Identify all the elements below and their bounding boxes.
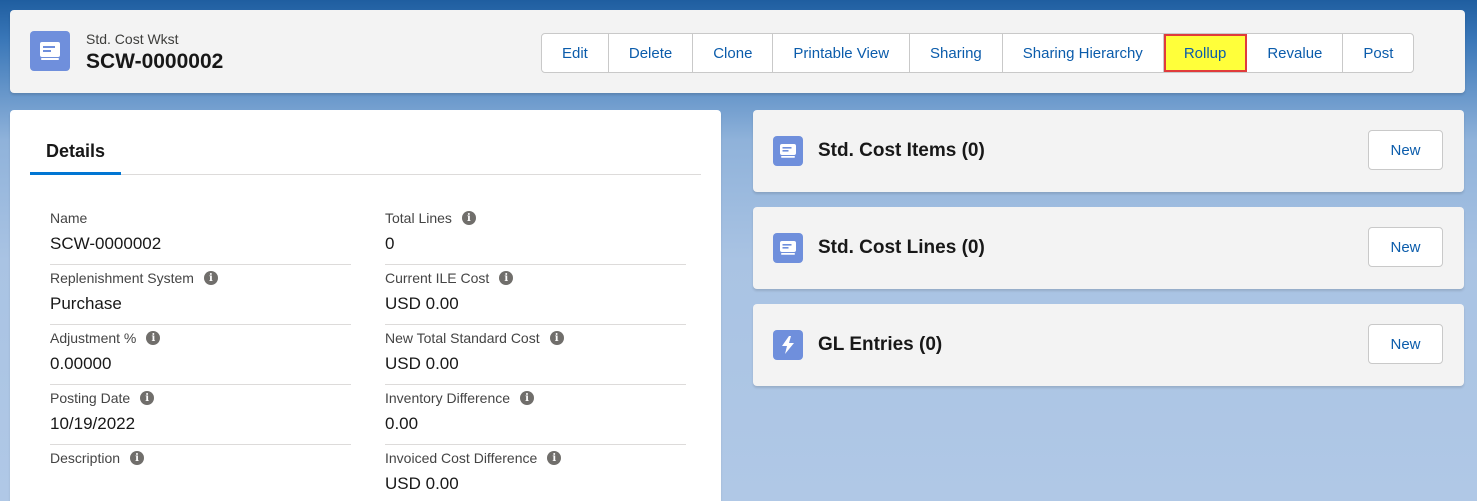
sharing-hierarchy-button[interactable]: Sharing Hierarchy bbox=[1002, 34, 1164, 72]
sharing-button[interactable]: Sharing bbox=[910, 34, 1003, 72]
field-label: New Total Standard Cost bbox=[385, 330, 540, 346]
related-list-std-cost-items: Std. Cost Items (0) New bbox=[753, 110, 1464, 192]
post-button[interactable]: Post bbox=[1343, 34, 1414, 72]
info-icon[interactable]: i bbox=[549, 331, 564, 345]
field-inventory-difference: Inventory Difference i 0.00 bbox=[385, 385, 686, 445]
field-value: 0 bbox=[385, 234, 395, 253]
field-value: Purchase bbox=[50, 294, 122, 313]
tab-details[interactable]: Details bbox=[30, 130, 122, 175]
field-value: 0.00 bbox=[385, 414, 419, 433]
rollup-button[interactable]: Rollup bbox=[1163, 34, 1248, 72]
field-value: 10/19/2022 bbox=[50, 414, 136, 433]
printable-view-button[interactable]: Printable View bbox=[773, 34, 911, 72]
field-label: Invoiced Cost Difference bbox=[385, 450, 538, 466]
field-label: Description bbox=[50, 450, 121, 466]
record-icon bbox=[773, 233, 803, 263]
lightning-icon bbox=[773, 330, 803, 360]
field-current-ile-cost: Current ILE Cost i USD 0.00 bbox=[385, 265, 686, 325]
field-invoiced-cost-difference: Invoiced Cost Difference i USD 0.00 bbox=[385, 445, 686, 501]
related-list-std-cost-lines: Std. Cost Lines (0) New bbox=[753, 207, 1464, 289]
field-label: Posting Date bbox=[50, 390, 131, 406]
info-icon[interactable]: i bbox=[547, 451, 562, 465]
record-header: Std. Cost Wkst SCW-0000002 Edit Delete C… bbox=[10, 10, 1465, 93]
action-button-group: Edit Delete Clone Printable View Sharing… bbox=[541, 33, 1415, 73]
field-value: 0.00000 bbox=[50, 354, 112, 373]
revalue-button[interactable]: Revalue bbox=[1247, 34, 1344, 72]
info-icon[interactable]: i bbox=[203, 271, 218, 285]
new-button[interactable]: New bbox=[1368, 324, 1443, 364]
field-total-lines: Total Lines i 0 bbox=[385, 205, 686, 265]
field-posting-date: Posting Date i 10/19/2022 bbox=[50, 385, 351, 445]
field-value: USD 0.00 bbox=[385, 354, 459, 373]
edit-button[interactable]: Edit bbox=[542, 34, 609, 72]
object-type-label: Std. Cost Wkst bbox=[86, 31, 179, 47]
info-icon[interactable]: i bbox=[499, 271, 514, 285]
field-label: Inventory Difference bbox=[385, 390, 511, 406]
field-label: Name bbox=[50, 210, 88, 226]
info-icon[interactable]: i bbox=[461, 211, 476, 225]
record-icon bbox=[30, 31, 70, 71]
new-button[interactable]: New bbox=[1368, 227, 1443, 267]
related-list-title[interactable]: Std. Cost Items (0) bbox=[818, 140, 985, 162]
tab-bar: Details bbox=[30, 130, 701, 175]
field-description: Description i bbox=[50, 445, 351, 501]
clone-button[interactable]: Clone bbox=[693, 34, 774, 72]
field-name: Name SCW-0000002 bbox=[50, 205, 351, 265]
related-list-title[interactable]: Std. Cost Lines (0) bbox=[818, 237, 985, 259]
new-button[interactable]: New bbox=[1368, 130, 1443, 170]
record-title: SCW-0000002 bbox=[86, 50, 224, 73]
info-icon[interactable]: i bbox=[520, 391, 535, 405]
record-icon bbox=[773, 136, 803, 166]
related-list-gl-entries: GL Entries (0) New bbox=[753, 304, 1464, 386]
field-label: Replenishment System bbox=[50, 270, 194, 286]
field-label: Current ILE Cost bbox=[385, 270, 490, 286]
info-icon[interactable]: i bbox=[146, 331, 161, 345]
info-icon[interactable]: i bbox=[140, 391, 155, 405]
field-adjustment-percent: Adjustment % i 0.00000 bbox=[50, 325, 351, 385]
details-card: Details Name SCW-0000002 Replenishment S… bbox=[10, 110, 721, 501]
delete-button[interactable]: Delete bbox=[608, 34, 694, 72]
field-value: SCW-0000002 bbox=[50, 234, 162, 253]
info-icon[interactable]: i bbox=[130, 451, 145, 465]
field-value: USD 0.00 bbox=[385, 294, 459, 313]
field-value: USD 0.00 bbox=[385, 474, 459, 493]
field-new-total-standard-cost: New Total Standard Cost i USD 0.00 bbox=[385, 325, 686, 385]
related-list-title[interactable]: GL Entries (0) bbox=[818, 334, 942, 356]
field-replenishment-system: Replenishment System i Purchase bbox=[50, 265, 351, 325]
field-label: Total Lines bbox=[385, 210, 452, 226]
field-label: Adjustment % bbox=[50, 330, 137, 346]
